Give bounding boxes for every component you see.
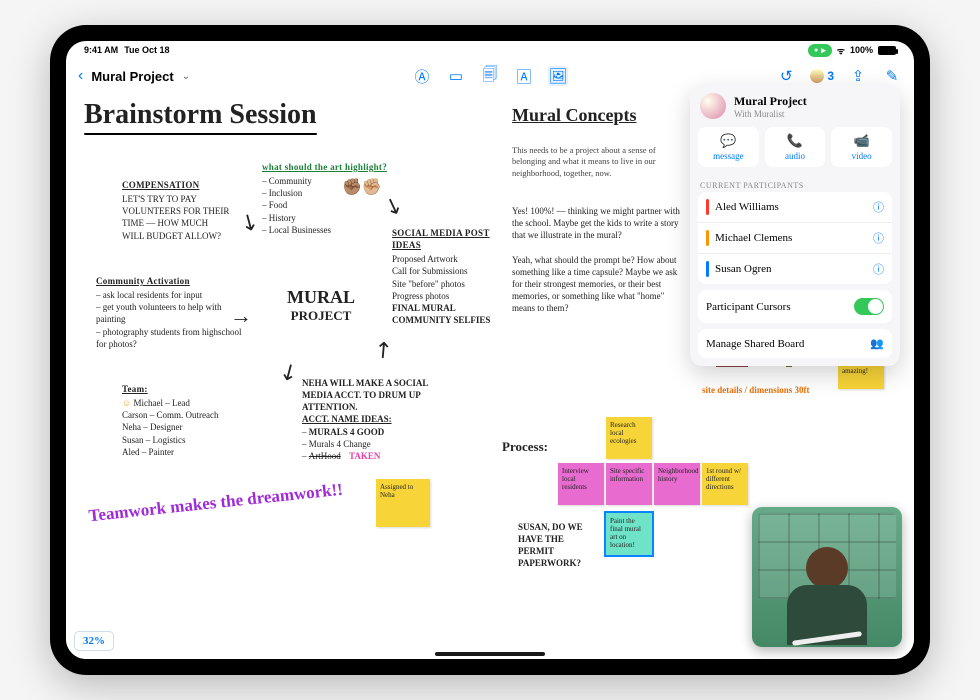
undo-button[interactable]: ↺	[776, 66, 796, 86]
back-button[interactable]: ‹	[78, 67, 83, 85]
sticky-process[interactable]: Neighborhood history	[654, 463, 700, 505]
textbox-tool-icon[interactable]: 🄰	[514, 66, 534, 86]
sticky-process[interactable]: Research local ecologies	[606, 417, 652, 459]
concept-reply: Yes! 100%! — thinking we might partner w…	[512, 205, 682, 314]
status-time: 9:41 AM	[84, 45, 118, 55]
shape-tool-icon[interactable]: ▭	[446, 66, 466, 86]
dimension-note: site details / dimensions 30ft	[702, 385, 810, 395]
title-chevron-icon[interactable]: ⌄	[182, 71, 190, 82]
home-indicator[interactable]	[435, 652, 545, 656]
note-susan: SUSAN, DO WE HAVE THE PERMIT PAPERWORK?	[518, 521, 594, 570]
new-board-button[interactable]: ✎	[882, 66, 902, 86]
fist-icon: ✊🏽✊🏼	[342, 177, 382, 197]
media-tool-icon[interactable]: 🖼	[548, 66, 568, 86]
participant-row[interactable]: Michael Clemens ⓘ	[698, 223, 892, 254]
participants-button[interactable]: 3	[810, 69, 834, 83]
toolbar-tools: Ⓐ ▭ 🗐 🄰 🖼	[412, 66, 568, 86]
avatar-icon	[810, 69, 824, 83]
people-icon: 👥	[870, 337, 884, 350]
note-team: Team: ☺ Michael – Lead Carson – Comm. Ou…	[122, 383, 272, 458]
note-social: SOCIAL MEDIA POST IDEAS Proposed Artwork…	[392, 227, 502, 326]
note-teamwork: Teamwork makes the dreamwork!!	[88, 480, 344, 527]
note-neha: NEHA WILL MAKE A SOCIAL MEDIA ACCT. TO D…	[302, 377, 452, 462]
status-bar: 9:41 AM Tue Oct 18 ▸ ᯤ 100%	[66, 41, 914, 59]
heading-concepts: Mural Concepts	[512, 105, 637, 126]
popover-title: Mural Project	[734, 94, 807, 109]
pen-tool-icon[interactable]: Ⓐ	[412, 66, 432, 86]
sticky-process[interactable]: 1st round w/ different directions	[702, 463, 748, 505]
video-icon: 📹	[831, 133, 892, 149]
collab-popover: Mural Project With Muralist 💬message 📞au…	[690, 85, 900, 366]
wifi-icon: ᯤ	[837, 44, 845, 57]
arrow-icon: ↗	[368, 334, 399, 366]
participant-row[interactable]: Aled Williams ⓘ	[698, 192, 892, 223]
status-date: Tue Oct 18	[124, 45, 169, 55]
info-icon[interactable]: ⓘ	[873, 199, 884, 215]
process-label: Process:	[502, 439, 548, 455]
phone-icon: 📞	[765, 133, 826, 149]
battery-icon	[878, 46, 896, 55]
arrow-icon: ↘	[273, 358, 305, 387]
sticky-process[interactable]: Paint the final mural art on location!	[606, 513, 652, 555]
sticky-process[interactable]: Site specific information	[606, 463, 652, 505]
info-icon[interactable]: ⓘ	[873, 230, 884, 246]
facetime-pip[interactable]	[752, 507, 902, 647]
sticky-assigned[interactable]: Assigned to Neha	[376, 479, 430, 527]
share-button[interactable]: ⇪	[848, 66, 868, 86]
concept-text: This needs to be a project about a sense…	[512, 145, 672, 179]
message-icon: 💬	[698, 133, 759, 149]
message-button[interactable]: 💬message	[698, 127, 759, 167]
popover-subtitle: With Muralist	[734, 109, 807, 119]
board-avatar	[700, 93, 726, 119]
arrow-icon: →	[230, 303, 252, 329]
board-title[interactable]: Mural Project	[91, 69, 173, 84]
participants-list: Aled Williams ⓘ Michael Clemens ⓘ Susan …	[698, 192, 892, 284]
audio-button[interactable]: 📞audio	[765, 127, 826, 167]
zoom-level[interactable]: 32%	[74, 631, 114, 651]
battery-pct: 100%	[850, 45, 873, 55]
sticky-tool-icon[interactable]: 🗐	[480, 66, 500, 86]
arrow-icon: ↘	[235, 206, 264, 238]
toggle-on-icon[interactable]	[854, 298, 884, 315]
heading-brainstorm: Brainstorm Session	[84, 99, 317, 131]
participants-label: CURRENT PARTICIPANTS	[690, 175, 900, 192]
note-compensation: COMPENSATION LET'S TRY TO PAY VOLUNTEERS…	[122, 179, 232, 242]
presence-dot	[706, 199, 709, 215]
presence-dot	[706, 230, 709, 246]
sticky-process[interactable]: Interview local residents	[558, 463, 604, 505]
video-button[interactable]: 📹video	[831, 127, 892, 167]
participant-row[interactable]: Susan Ogren ⓘ	[698, 254, 892, 284]
info-icon[interactable]: ⓘ	[873, 261, 884, 277]
note-activation: Community Activation – ask local residen…	[96, 275, 246, 350]
recording-pill[interactable]: ▸	[808, 44, 832, 57]
note-highlight: what should the art highlight? – Communi…	[262, 161, 392, 236]
manage-board-row[interactable]: Manage Shared Board 👥	[698, 329, 892, 358]
mural-badge: MURAL PROJECT	[266, 289, 376, 323]
presence-dot	[706, 261, 709, 277]
cursors-toggle-row[interactable]: Participant Cursors	[698, 290, 892, 323]
